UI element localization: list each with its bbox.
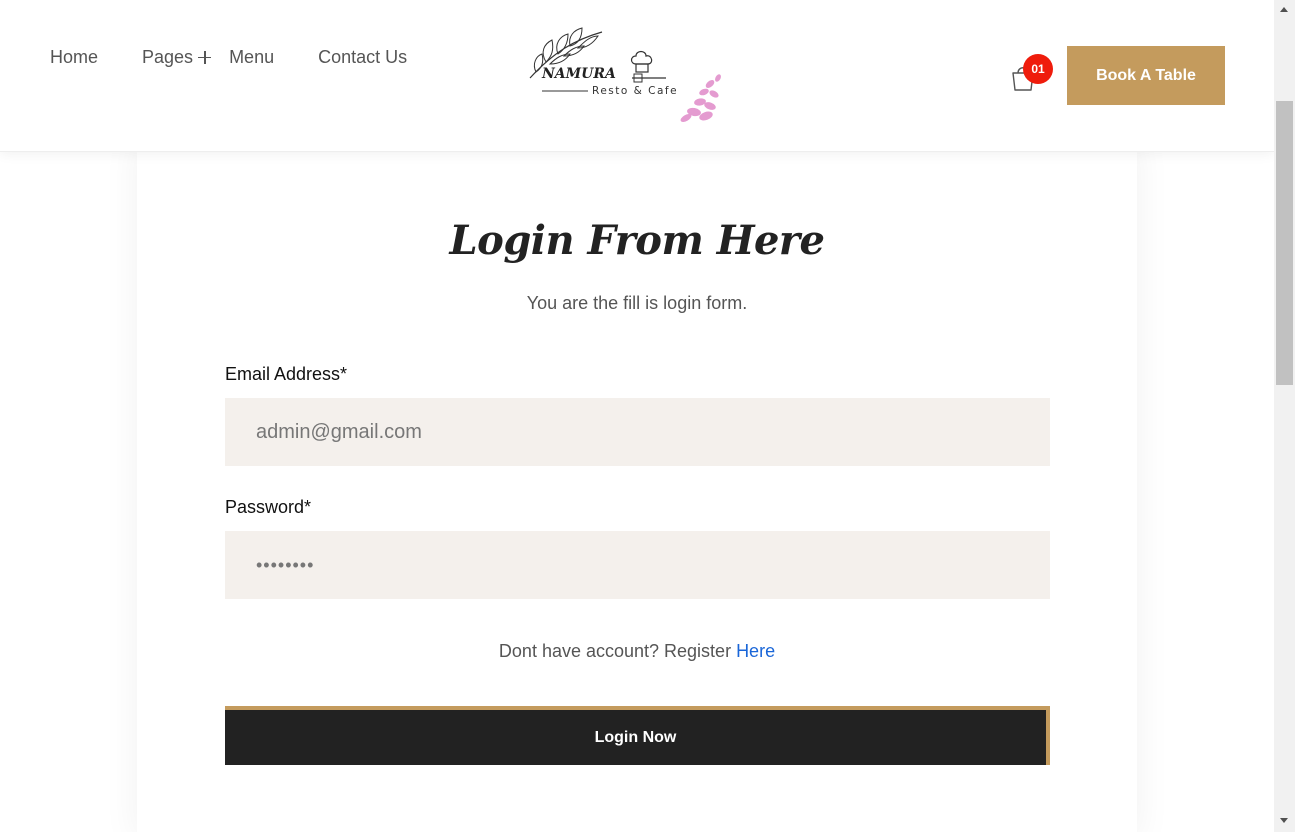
cart-count-badge: 01 [1023,54,1053,84]
scroll-down-arrow-icon[interactable] [1280,818,1288,823]
nav-pages-label: Pages [142,46,194,67]
login-button[interactable]: Login Now [225,706,1050,765]
site-logo[interactable]: NAMURA Resto & Cafe [524,22,728,128]
scroll-up-arrow-icon[interactable] [1280,7,1288,12]
email-label: Email Address* [225,364,348,384]
email-field[interactable]: admin@gmail.com [225,398,1050,466]
page-scrollbar[interactable] [1274,0,1295,832]
logo-graphic: NAMURA Resto & Cafe [529,27,721,122]
plus-icon [198,50,212,64]
register-text: Dont have account? Register [498,641,737,661]
register-prompt: Dont have account? Register Here [0,641,1274,662]
nav-home-link[interactable]: Home [50,47,98,68]
nav-pages-dropdown[interactable]: Pages [142,46,212,68]
book-table-button[interactable]: Book A Table [1067,46,1225,105]
svg-text:NAMURA: NAMURA [541,66,616,82]
svg-text:Resto & Cafe: Resto & Cafe [592,85,678,97]
nav-menu-link[interactable]: Menu [229,47,274,68]
scrollbar-thumb[interactable] [1276,101,1293,385]
page-subtitle: You are the fill is login form. [526,293,748,313]
password-field[interactable]: •••••••• [225,531,1050,599]
register-link[interactable]: Here [736,641,775,661]
password-label: Password* [225,497,312,517]
main-nav: Home Pages Menu Contact Us [50,44,407,70]
nav-contact-link[interactable]: Contact Us [318,47,407,68]
site-header: Home Pages Menu Contact Us NAMURA Resto … [0,0,1274,152]
page-title: Login From Here [449,217,825,264]
